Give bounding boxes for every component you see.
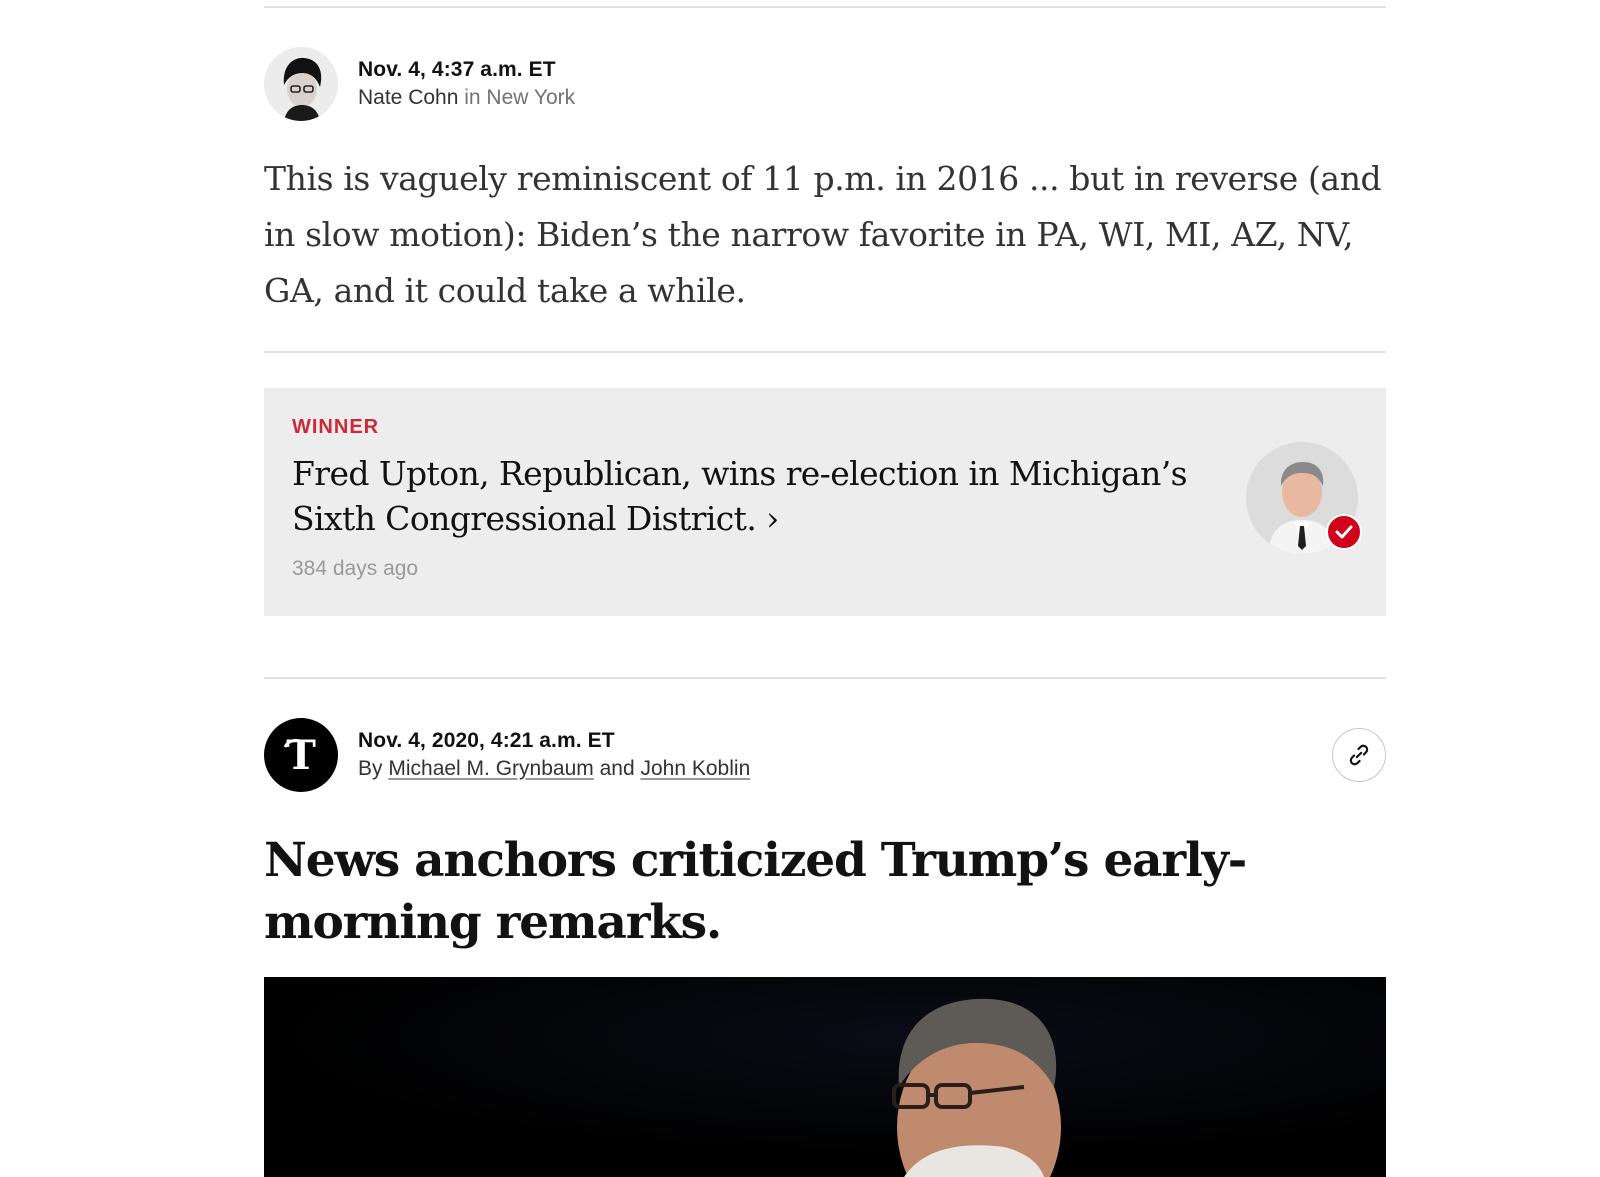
post-body: This is vaguely reminiscent of 11 p.m. i…: [264, 159, 1382, 310]
live-post-news-anchors: T Nov. 4, 2020, 4:21 a.m. ET By Michael …: [264, 718, 1386, 954]
top-divider: [264, 6, 1386, 8]
author-location: in New York: [464, 86, 576, 109]
and-label: and: [599, 757, 635, 780]
live-post-nate-cohn: Nov. 4, 4:37 a.m. ET Nate Cohn in New Yo…: [264, 47, 1386, 319]
winner-card[interactable]: WINNER Fred Upton, Republican, wins re-e…: [264, 388, 1386, 616]
post-timestamp: Nov. 4, 2020, 4:21 a.m. ET: [358, 728, 615, 752]
section-divider: [264, 677, 1386, 679]
section-divider: [264, 351, 1386, 353]
author-link-grynbaum[interactable]: Michael M. Grynbaum: [388, 757, 593, 780]
byline-meta: Nov. 4, 2020, 4:21 a.m. ET By Michael M.…: [358, 727, 750, 784]
winner-check-badge: [1326, 514, 1362, 550]
candidate-avatar: [1246, 442, 1362, 554]
author-line: By Michael M. Grynbaum and John Koblin: [358, 755, 750, 783]
post-headline: News anchors criticized Trump’s early-mo…: [264, 833, 1247, 950]
author-photo-icon: [264, 47, 338, 121]
svg-text:T: T: [286, 733, 316, 777]
lead-photo: [264, 977, 1386, 1177]
copy-link-button[interactable]: [1332, 728, 1386, 782]
byline-meta: Nov. 4, 4:37 a.m. ET Nate Cohn in New Yo…: [358, 56, 575, 113]
winner-headline[interactable]: Fred Upton, Republican, wins re-election…: [292, 451, 1192, 541]
author-name[interactable]: Nate Cohn: [358, 86, 458, 109]
check-icon: [1335, 525, 1353, 539]
winner-time-ago: 384 days ago: [292, 557, 419, 580]
post-byline: Nov. 4, 4:37 a.m. ET Nate Cohn in New Yo…: [264, 47, 1386, 121]
nyt-logo: T: [264, 718, 338, 792]
author-line: Nate Cohn in New York: [358, 84, 575, 112]
news-anchor-photo: [264, 977, 1386, 1177]
nyt-t-logo-icon: T: [283, 733, 316, 777]
author-avatar[interactable]: [264, 47, 338, 121]
link-icon: [1349, 744, 1369, 766]
post-timestamp: Nov. 4, 4:37 a.m. ET: [358, 57, 556, 81]
post-byline: T Nov. 4, 2020, 4:21 a.m. ET By Michael …: [264, 718, 1386, 792]
winner-label: WINNER: [292, 416, 380, 438]
author-link-koblin[interactable]: John Koblin: [641, 757, 751, 780]
by-label: By: [358, 757, 383, 780]
